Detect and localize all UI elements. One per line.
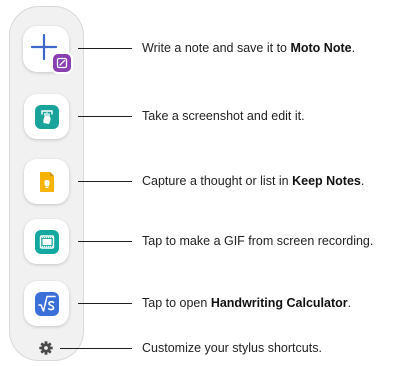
connector-line [78,116,132,117]
connector-line [78,48,132,49]
callout-keep-notes: Capture a thought or list in Keep Notes. [142,173,364,189]
callout-app-name: Handwriting Calculator [210,296,348,310]
connector-line [60,348,132,349]
callout-app-name: Keep Notes [292,174,361,188]
moto-note-badge [51,52,73,74]
keep-notes-icon [39,171,54,192]
keep-notes-shortcut-button[interactable] [24,159,69,204]
screenshot-edit-icon [34,104,59,129]
callout-screenshot: Take a screenshot and edit it. [142,108,305,124]
callout-text: Take a screenshot and edit it. [142,109,305,123]
callout-calculator: Tap to open Handwriting Calculator. [142,295,351,311]
callout-text: Tap to open [142,296,211,310]
callout-text-end: . [351,41,356,55]
callout-text: Write a note and save it to [142,41,291,55]
callout-text-end: . [347,296,352,310]
connector-line [78,241,132,242]
gear-icon[interactable] [39,341,53,355]
handwriting-calculator-icon [34,291,59,316]
connector-line [78,303,132,304]
callout-customize: Customize your stylus shortcuts. [142,340,322,356]
connector-line [78,181,132,182]
note-pen-icon [56,57,68,69]
gif-recording-icon [34,229,59,254]
callout-text-end: . [360,174,365,188]
callout-gif: Tap to make a GIF from screen recording. [142,233,373,249]
callout-moto-note: Write a note and save it to Moto Note. [142,40,355,56]
callout-text: Customize your stylus shortcuts. [142,341,322,355]
screenshot-edit-shortcut-button[interactable] [24,94,69,139]
stylus-shortcuts-diagram: Write a note and save it to Moto Note. T… [0,0,410,366]
handwriting-calculator-shortcut-button[interactable] [24,281,69,326]
callout-app-name: Moto Note [290,41,352,55]
gif-recording-shortcut-button[interactable] [24,219,69,264]
callout-text: Capture a thought or list in [142,174,293,188]
callout-text: Tap to make a GIF from screen recording. [142,234,374,248]
